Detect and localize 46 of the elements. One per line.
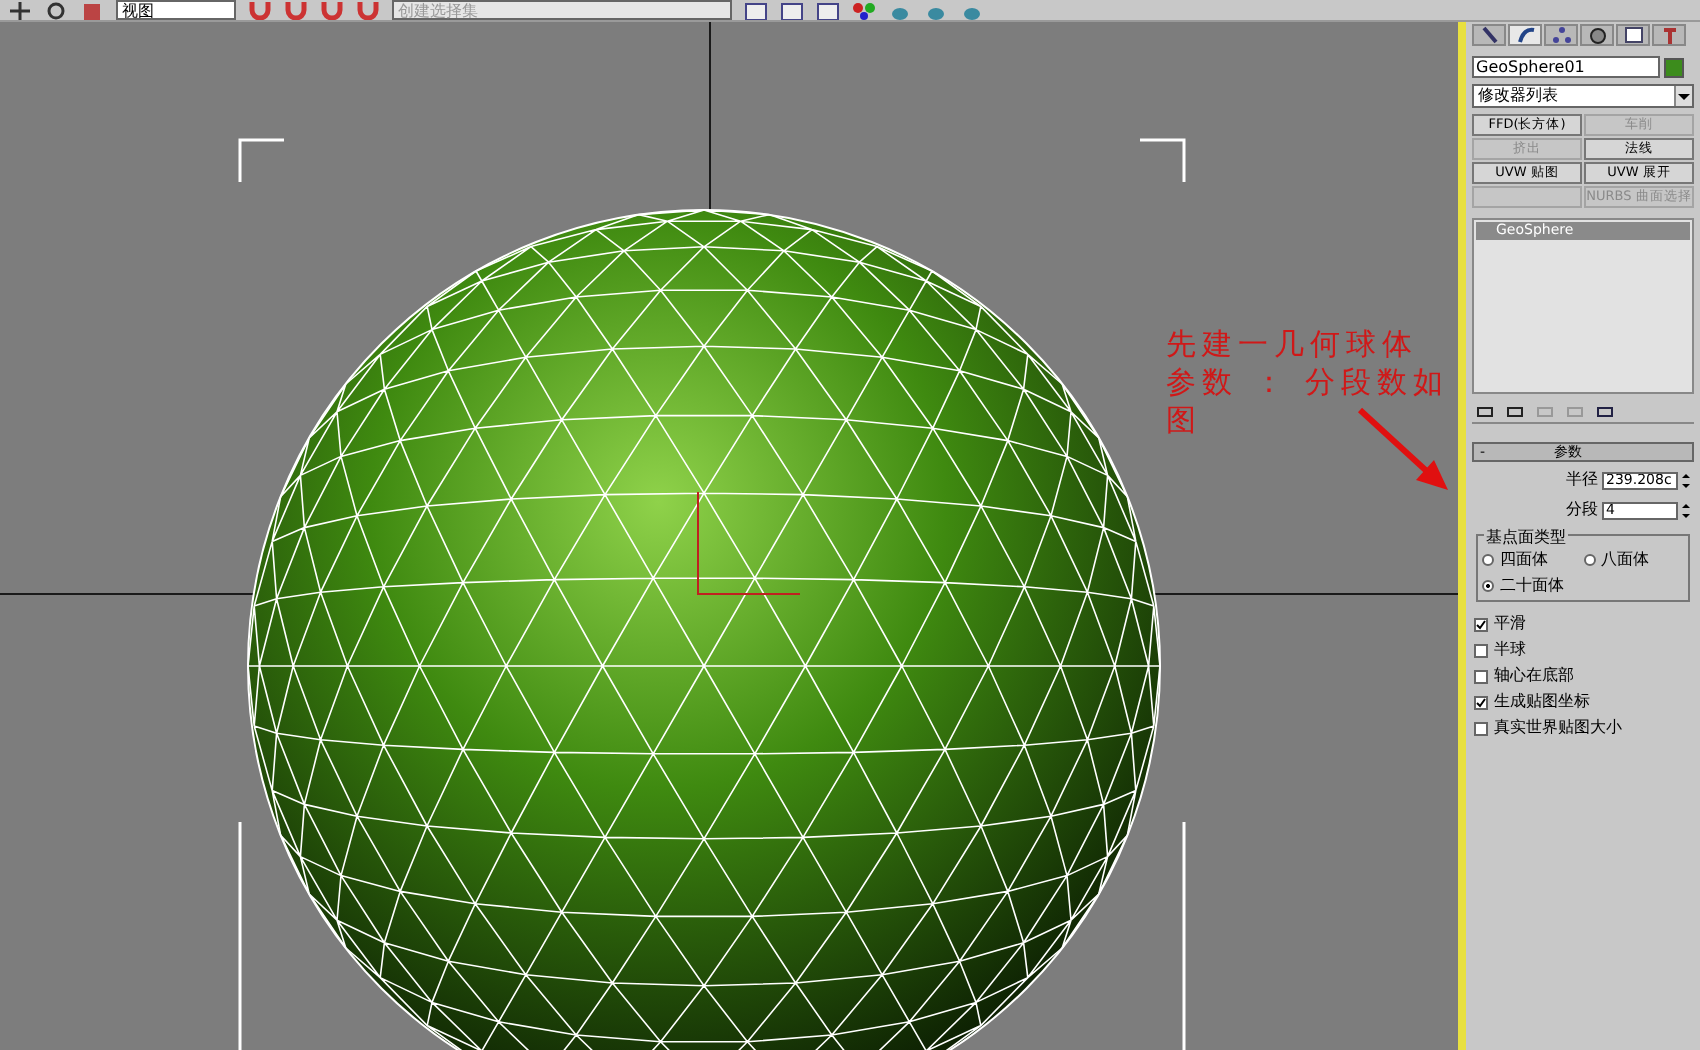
monitor-icon [1623, 26, 1643, 44]
radio-label[interactable]: 八面体 [1601, 548, 1649, 572]
radio-button[interactable] [1482, 554, 1494, 566]
checkbox-label[interactable]: 真实世界贴图大小 [1494, 716, 1622, 740]
modifier-list-dropdown[interactable]: 修改器列表 [1472, 84, 1694, 108]
checkbox[interactable] [1474, 695, 1488, 709]
checkbox[interactable] [1474, 721, 1488, 735]
radio-label[interactable]: 四面体 [1500, 548, 1548, 572]
spinner-arrows-icon[interactable] [1682, 501, 1690, 519]
move-icon[interactable] [8, 2, 32, 20]
magnet-icon[interactable] [248, 2, 272, 20]
pivot-gizmo-icon [697, 491, 801, 595]
radio-button[interactable] [1482, 580, 1494, 592]
magnet-icon[interactable] [320, 2, 344, 20]
nodes-icon [1551, 26, 1571, 44]
checkbox-label[interactable]: 平滑 [1494, 612, 1526, 636]
hierarchy-tab[interactable] [1544, 24, 1578, 46]
spinner-arrows-icon[interactable] [1682, 471, 1690, 489]
color-balls-icon[interactable] [852, 2, 876, 20]
wheel-icon [1587, 26, 1607, 44]
checkbox-label[interactable]: 半球 [1494, 638, 1526, 662]
curve-icon [1515, 26, 1535, 44]
annotation-text: 先建一几何球体 参数 ： 分段数如图 [1166, 326, 1452, 440]
object-color-swatch[interactable] [1664, 57, 1684, 77]
create-tab[interactable] [1472, 24, 1506, 46]
modifier-list-label: 修改器列表 [1478, 84, 1558, 108]
checkbox[interactable] [1474, 643, 1488, 657]
radio-button[interactable] [1583, 554, 1595, 566]
field-label: 分段 [1566, 498, 1598, 522]
checkbox[interactable] [1474, 669, 1488, 683]
checkbox-label[interactable]: 生成贴图坐标 [1494, 690, 1590, 714]
checkbox-label[interactable]: 轴心在底部 [1494, 664, 1574, 688]
display-tab[interactable] [1616, 24, 1650, 46]
magnet-icon[interactable] [284, 2, 308, 20]
arrow-icon [1357, 407, 1448, 490]
motion-tab[interactable] [1580, 24, 1614, 46]
magnet-icon[interactable] [356, 2, 380, 20]
field-label: 半径 [1566, 468, 1598, 492]
modify-tab[interactable] [1508, 24, 1542, 46]
radio-label[interactable]: 二十面体 [1500, 574, 1564, 598]
checkbox[interactable] [1474, 617, 1488, 631]
object-name-field[interactable]: GeoSphere01 [1472, 56, 1660, 78]
view-dropdown[interactable]: 视图 [116, 0, 236, 20]
group-title: 基点面类型 [1484, 526, 1568, 550]
scale-icon[interactable] [80, 2, 104, 20]
rotate-icon[interactable] [44, 2, 68, 20]
